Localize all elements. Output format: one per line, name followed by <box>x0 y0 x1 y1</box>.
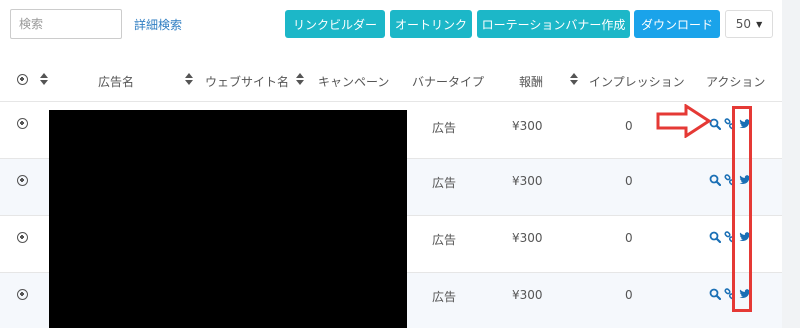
expand-row-icon[interactable] <box>17 118 28 129</box>
banner-type-cell: 広告 <box>432 233 457 247</box>
impressions-cell: 0 <box>625 288 633 302</box>
sort-icon[interactable] <box>570 72 578 86</box>
impressions-cell: 0 <box>625 174 633 188</box>
reward-cell: ¥300 <box>512 174 543 188</box>
advanced-search-link[interactable]: 詳細検索 <box>134 16 182 33</box>
reward-cell: ¥300 <box>512 119 543 133</box>
column-reward: 報酬 <box>519 75 544 89</box>
expand-row-icon[interactable] <box>17 232 28 243</box>
annotation-highlight-box <box>732 106 752 312</box>
expand-all-icon[interactable] <box>17 74 28 85</box>
download-button[interactable]: ダウンロード <box>634 10 720 38</box>
column-ad-name: 広告名 <box>98 75 135 89</box>
banner-type-cell: 広告 <box>432 176 457 190</box>
sort-icon[interactable] <box>185 72 193 86</box>
table-header: 広告名 ウェブサイト名 キャンペーン バナータイプ 報酬 インプレッション アク… <box>0 70 782 92</box>
per-page-select[interactable]: 50 ▼ <box>725 10 773 38</box>
per-page-value: 50 <box>735 17 752 31</box>
column-website-name: ウェブサイト名 <box>205 75 290 89</box>
impressions-cell: 0 <box>625 231 633 245</box>
impressions-cell: 0 <box>625 119 633 133</box>
rotation-banner-button[interactable]: ローテーションバナー作成 <box>477 10 630 38</box>
reward-cell: ¥300 <box>512 288 543 302</box>
column-campaign: キャンペーン <box>318 75 390 89</box>
expand-row-icon[interactable] <box>17 289 28 300</box>
banner-type-cell: 広告 <box>432 121 457 135</box>
sort-icon[interactable] <box>296 72 304 86</box>
search-input[interactable] <box>10 9 122 39</box>
caret-down-icon: ▼ <box>756 19 763 29</box>
auto-link-button[interactable]: オートリンク <box>390 10 472 38</box>
redacted-area <box>49 110 407 328</box>
column-actions: アクション <box>706 75 766 89</box>
expand-row-icon[interactable] <box>17 175 28 186</box>
banner-type-cell: 広告 <box>432 290 457 304</box>
link-builder-button[interactable]: リンクビルダー <box>285 10 385 38</box>
page-scroll-gutter <box>782 0 800 328</box>
column-banner-type: バナータイプ <box>412 75 485 89</box>
search-icon[interactable] <box>708 230 722 244</box>
search-icon[interactable] <box>708 173 722 187</box>
annotation-arrow-icon <box>656 104 712 138</box>
column-impressions: インプレッション <box>589 75 685 89</box>
sort-icon[interactable] <box>40 72 48 86</box>
reward-cell: ¥300 <box>512 231 543 245</box>
search-icon[interactable] <box>708 287 722 301</box>
